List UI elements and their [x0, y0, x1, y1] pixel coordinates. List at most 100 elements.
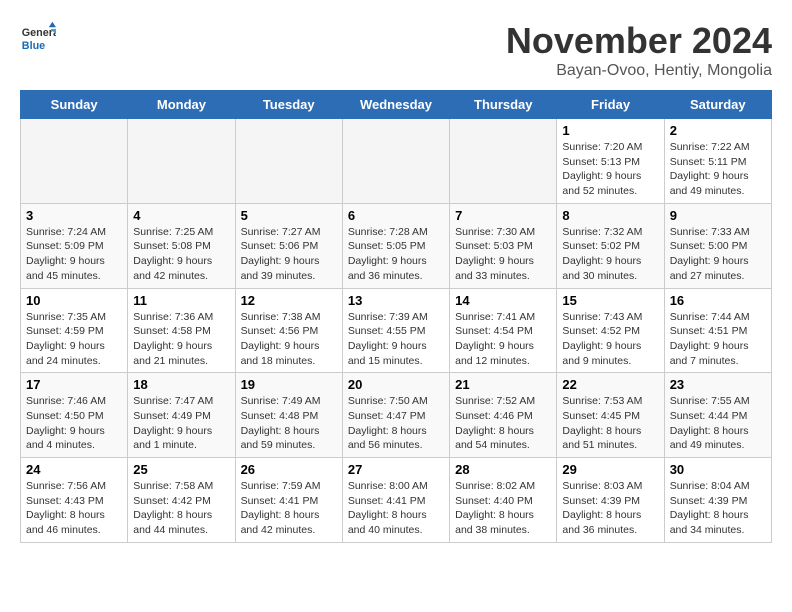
table-row	[342, 119, 449, 204]
day-number: 25	[133, 462, 229, 477]
calendar-week-2: 3 Sunrise: 7:24 AMSunset: 5:09 PMDaylight…	[21, 203, 772, 288]
day-number: 23	[670, 377, 766, 392]
table-row	[21, 119, 128, 204]
day-info: Sunrise: 7:36 AMSunset: 4:58 PMDaylight:…	[133, 310, 229, 369]
day-info: Sunrise: 7:24 AMSunset: 5:09 PMDaylight:…	[26, 225, 122, 284]
col-sunday: Sunday	[21, 91, 128, 119]
table-row: 20 Sunrise: 7:50 AMSunset: 4:47 PMDayligh…	[342, 373, 449, 458]
day-info: Sunrise: 7:47 AMSunset: 4:49 PMDaylight:…	[133, 394, 229, 453]
table-row: 2Sunrise: 7:22 AMSunset: 5:11 PMDaylight…	[664, 119, 771, 204]
col-monday: Monday	[128, 91, 235, 119]
calendar-week-4: 17 Sunrise: 7:46 AMSunset: 4:50 PMDayligh…	[21, 373, 772, 458]
table-row: 6Sunrise: 7:28 AMSunset: 5:05 PMDaylight…	[342, 203, 449, 288]
table-row: 25 Sunrise: 7:58 AMSunset: 4:42 PMDayligh…	[128, 458, 235, 543]
svg-text:General: General	[22, 27, 56, 39]
table-row: 8Sunrise: 7:32 AMSunset: 5:02 PMDaylight…	[557, 203, 664, 288]
table-row: 14 Sunrise: 7:41 AMSunset: 4:54 PMDayligh…	[450, 288, 557, 373]
day-number: 16	[670, 293, 766, 308]
day-number: 4	[133, 208, 229, 223]
day-number: 17	[26, 377, 122, 392]
day-number: 26	[241, 462, 337, 477]
logo-icon: General Blue	[20, 20, 56, 56]
table-row: 13 Sunrise: 7:39 AMSunset: 4:55 PMDayligh…	[342, 288, 449, 373]
table-row: 30 Sunrise: 8:04 AMSunset: 4:39 PMDayligh…	[664, 458, 771, 543]
table-row: 19Sunrise: 7:49 AMSunset: 4:48 PMDayligh…	[235, 373, 342, 458]
day-number: 12	[241, 293, 337, 308]
day-info: Sunrise: 7:20 AMSunset: 5:13 PMDaylight:…	[562, 140, 658, 199]
day-info: Sunrise: 7:56 AMSunset: 4:43 PMDaylight:…	[26, 479, 122, 538]
day-info: Sunrise: 7:41 AMSunset: 4:54 PMDaylight:…	[455, 310, 551, 369]
day-info: Sunrise: 7:58 AMSunset: 4:42 PMDaylight:…	[133, 479, 229, 538]
day-number: 3	[26, 208, 122, 223]
table-row	[235, 119, 342, 204]
table-row: 18 Sunrise: 7:47 AMSunset: 4:49 PMDayligh…	[128, 373, 235, 458]
calendar-header-row: Sunday Monday Tuesday Wednesday Thursday…	[21, 91, 772, 119]
day-number: 24	[26, 462, 122, 477]
day-info: Sunrise: 7:38 AMSunset: 4:56 PMDaylight:…	[241, 310, 337, 369]
day-number: 29	[562, 462, 658, 477]
day-number: 13	[348, 293, 444, 308]
col-saturday: Saturday	[664, 91, 771, 119]
day-info: Sunrise: 7:55 AMSunset: 4:44 PMDaylight:…	[670, 394, 766, 453]
calendar-table: Sunday Monday Tuesday Wednesday Thursday…	[20, 90, 772, 543]
day-number: 30	[670, 462, 766, 477]
day-number: 20	[348, 377, 444, 392]
day-info: Sunrise: 7:33 AMSunset: 5:00 PMDaylight:…	[670, 225, 766, 284]
calendar-week-5: 24 Sunrise: 7:56 AMSunset: 4:43 PMDayligh…	[21, 458, 772, 543]
col-friday: Friday	[557, 91, 664, 119]
day-info: Sunrise: 7:27 AMSunset: 5:06 PMDaylight:…	[241, 225, 337, 284]
page-header: General Blue November 2024 Bayan-Ovoo, H…	[20, 20, 772, 80]
table-row: 17 Sunrise: 7:46 AMSunset: 4:50 PMDayligh…	[21, 373, 128, 458]
day-number: 11	[133, 293, 229, 308]
day-info: Sunrise: 7:22 AMSunset: 5:11 PMDaylight:…	[670, 140, 766, 199]
day-number: 21	[455, 377, 551, 392]
day-number: 27	[348, 462, 444, 477]
day-number: 7	[455, 208, 551, 223]
day-number: 22	[562, 377, 658, 392]
table-row: 5 Sunrise: 7:27 AMSunset: 5:06 PMDaylight…	[235, 203, 342, 288]
day-info: Sunrise: 8:04 AMSunset: 4:39 PMDaylight:…	[670, 479, 766, 538]
logo: General Blue	[20, 20, 56, 56]
day-number: 15	[562, 293, 658, 308]
day-info: Sunrise: 7:50 AMSunset: 4:47 PMDaylight:…	[348, 394, 444, 453]
table-row	[450, 119, 557, 204]
day-info: Sunrise: 7:25 AMSunset: 5:08 PMDaylight:…	[133, 225, 229, 284]
day-info: Sunrise: 7:46 AMSunset: 4:50 PMDaylight:…	[26, 394, 122, 453]
calendar-title: November 2024	[506, 20, 772, 62]
table-row: 16 Sunrise: 7:44 AMSunset: 4:51 PMDayligh…	[664, 288, 771, 373]
calendar-week-1: 1Sunrise: 7:20 AMSunset: 5:13 PMDaylight…	[21, 119, 772, 204]
day-info: Sunrise: 8:02 AMSunset: 4:40 PMDaylight:…	[455, 479, 551, 538]
day-number: 18	[133, 377, 229, 392]
day-info: Sunrise: 7:52 AMSunset: 4:46 PMDaylight:…	[455, 394, 551, 453]
table-row: 11 Sunrise: 7:36 AMSunset: 4:58 PMDayligh…	[128, 288, 235, 373]
day-number: 28	[455, 462, 551, 477]
day-number: 5	[241, 208, 337, 223]
table-row: 24 Sunrise: 7:56 AMSunset: 4:43 PMDayligh…	[21, 458, 128, 543]
table-row: 12 Sunrise: 7:38 AMSunset: 4:56 PMDayligh…	[235, 288, 342, 373]
day-number: 10	[26, 293, 122, 308]
table-row: 4 Sunrise: 7:25 AMSunset: 5:08 PMDaylight…	[128, 203, 235, 288]
calendar-subtitle: Bayan-Ovoo, Hentiy, Mongolia	[506, 62, 772, 80]
day-number: 19	[241, 377, 337, 392]
table-row	[128, 119, 235, 204]
day-info: Sunrise: 8:00 AMSunset: 4:41 PMDaylight:…	[348, 479, 444, 538]
table-row: 9Sunrise: 7:33 AMSunset: 5:00 PMDaylight…	[664, 203, 771, 288]
col-thursday: Thursday	[450, 91, 557, 119]
day-info: Sunrise: 8:03 AMSunset: 4:39 PMDaylight:…	[562, 479, 658, 538]
table-row: 3 Sunrise: 7:24 AMSunset: 5:09 PMDaylight…	[21, 203, 128, 288]
table-row: 23 Sunrise: 7:55 AMSunset: 4:44 PMDayligh…	[664, 373, 771, 458]
table-row: 27 Sunrise: 8:00 AMSunset: 4:41 PMDayligh…	[342, 458, 449, 543]
table-row: 1Sunrise: 7:20 AMSunset: 5:13 PMDaylight…	[557, 119, 664, 204]
title-section: November 2024 Bayan-Ovoo, Hentiy, Mongol…	[506, 20, 772, 80]
table-row: 29 Sunrise: 8:03 AMSunset: 4:39 PMDayligh…	[557, 458, 664, 543]
day-number: 14	[455, 293, 551, 308]
day-info: Sunrise: 7:43 AMSunset: 4:52 PMDaylight:…	[562, 310, 658, 369]
table-row: 15 Sunrise: 7:43 AMSunset: 4:52 PMDayligh…	[557, 288, 664, 373]
day-number: 6	[348, 208, 444, 223]
table-row: 7Sunrise: 7:30 AMSunset: 5:03 PMDaylight…	[450, 203, 557, 288]
day-number: 8	[562, 208, 658, 223]
day-info: Sunrise: 7:35 AMSunset: 4:59 PMDaylight:…	[26, 310, 122, 369]
table-row: 28 Sunrise: 8:02 AMSunset: 4:40 PMDayligh…	[450, 458, 557, 543]
day-info: Sunrise: 7:39 AMSunset: 4:55 PMDaylight:…	[348, 310, 444, 369]
day-info: Sunrise: 7:44 AMSunset: 4:51 PMDaylight:…	[670, 310, 766, 369]
